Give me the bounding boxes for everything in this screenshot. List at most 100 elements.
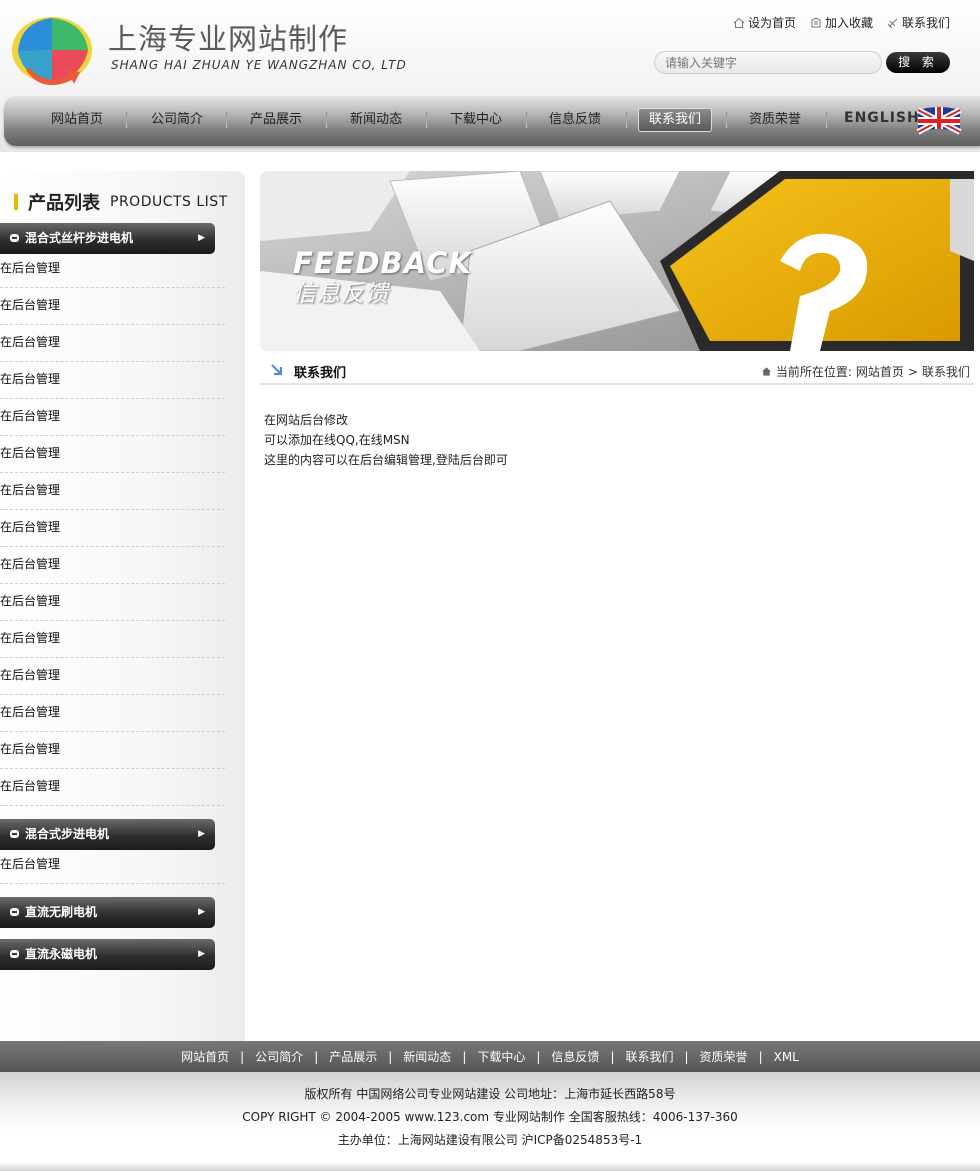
nav-divider (826, 112, 827, 128)
chevron-right-icon: ▶ (198, 233, 205, 243)
footer-separator: | (684, 1049, 689, 1064)
logo-icon (12, 17, 92, 86)
chevron-right-icon: ▶ (198, 829, 205, 839)
list-item[interactable]: 在后台管理 (0, 510, 225, 547)
footer-copyright: 版权所有 中国网络公司专业网站建设 公司地址：上海市延长西路58号 (304, 1087, 676, 1101)
list-item[interactable]: 在后台管理 (0, 584, 225, 621)
main-nav: 网站首页 公司简介 产品展示 新闻动态 下载中心 信息反馈 联系我们 资质荣誉 … (4, 96, 980, 146)
nav-feedback[interactable]: 信息反馈 (549, 108, 601, 132)
arrow-down-right-icon (271, 364, 283, 376)
add-favorite-label: 加入收藏 (824, 16, 873, 30)
category-button[interactable]: 混合式丝杆步进电机 ▶ (0, 223, 215, 254)
logo-title: 上海专业网站制作 (108, 22, 349, 56)
nav-divider (526, 112, 527, 128)
nav-honors[interactable]: 资质荣誉 (749, 108, 801, 132)
footer-separator: | (758, 1049, 763, 1064)
list-item[interactable]: 在后台管理 (0, 436, 225, 473)
list-item[interactable]: 在后台管理 (0, 473, 225, 510)
footer-separator: | (536, 1049, 541, 1064)
nav-divider (326, 112, 327, 128)
breadcrumb: 当前所在位置: 网站首页 > 联系我们 (761, 363, 970, 380)
footer-separator: | (462, 1049, 467, 1064)
category-label: 混合式丝杆步进电机 (25, 231, 134, 245)
banner-title-cn: 信息反馈 (293, 281, 389, 307)
collapse-icon (10, 830, 19, 838)
nav-divider (126, 112, 127, 128)
footer-link-download[interactable]: 下载中心 (477, 1048, 525, 1065)
category-button[interactable]: 混合式步进电机 ▶ (0, 819, 215, 850)
nav-news[interactable]: 新闻动态 (350, 108, 402, 132)
nav-divider (226, 112, 227, 128)
sidebar-title-cn: 产品列表 (28, 193, 100, 214)
home-icon (761, 367, 771, 376)
sidebar-title-en: PRODUCTS LIST (110, 194, 228, 210)
footer-separator: | (610, 1049, 615, 1064)
category-button[interactable]: 直流无刷电机 ▶ (0, 897, 215, 928)
search-input[interactable] (654, 51, 882, 74)
footer-link-honors[interactable]: 资质荣誉 (700, 1048, 748, 1065)
list-item[interactable]: 在后台管理 (0, 658, 225, 695)
breadcrumb-bar: 联系我们 当前所在位置: 网站首页 > 联系我们 (260, 358, 974, 385)
footer-link-products[interactable]: 产品展示 (329, 1048, 377, 1065)
list-item[interactable]: 在后台管理 (0, 399, 225, 436)
collapse-icon (10, 950, 19, 958)
chevron-right-icon: ▶ (198, 949, 205, 959)
footer-link-news[interactable]: 新闻动态 (403, 1048, 451, 1065)
logo-subtitle: SHANG HAI ZHUAN YE WANGZHAN CO, LTD (111, 58, 407, 72)
content-line: 在网站后台修改 (264, 413, 349, 427)
breadcrumb-home-link[interactable]: 网站首页 (856, 363, 904, 380)
nav-products[interactable]: 产品展示 (250, 108, 302, 132)
list-item[interactable]: 在后台管理 (0, 621, 225, 658)
footer: 版权所有 中国网络公司专业网站建设 公司地址：上海市延长西路58号 COPY R… (0, 1072, 980, 1171)
list-item[interactable]: 在后台管理 (0, 325, 225, 362)
category-button[interactable]: 直流永磁电机 ▶ (0, 939, 215, 970)
footer-nav: 网站首页 | 公司简介 | 产品展示 | 新闻动态 | 下载中心 | 信息反馈 … (0, 1041, 980, 1072)
title-accent-bar (14, 194, 18, 210)
search-button[interactable]: 搜 索 (886, 52, 950, 73)
category-label: 混合式步进电机 (25, 827, 110, 841)
footer-link-contact[interactable]: 联系我们 (625, 1048, 673, 1065)
list-item[interactable]: 在后台管理 (0, 251, 225, 288)
chevron-right-icon: ▶ (198, 907, 205, 917)
list-item[interactable]: 在后台管理 (0, 847, 225, 884)
footer-link-feedback[interactable]: 信息反馈 (551, 1048, 599, 1065)
content-line: 可以添加在线QQ,在线MSN (264, 433, 410, 447)
contact-icon (887, 18, 898, 28)
footer-copyright-en: COPY RIGHT © 2004-2005 www.123.com 专业网站制… (242, 1110, 738, 1124)
page-title: 联系我们 (294, 366, 347, 381)
collapse-icon (10, 908, 19, 916)
top-links: 设为首页 加入收藏 联系我们 (733, 14, 950, 31)
breadcrumb-separator: > (907, 364, 918, 379)
set-homepage-label: 设为首页 (747, 16, 796, 30)
list-item[interactable]: 在后台管理 (0, 695, 225, 732)
breadcrumb-current[interactable]: 联系我们 (922, 363, 970, 380)
footer-link-about[interactable]: 公司简介 (255, 1048, 303, 1065)
nav-home[interactable]: 网站首页 (51, 108, 103, 132)
content-line: 这里的内容可以在后台编辑管理,登陆后台即可 (264, 453, 508, 467)
footer-icp: 主办单位：上海网站建设有限公司 沪ICP备0254853号-1 (337, 1133, 643, 1147)
list-item[interactable]: 在后台管理 (0, 547, 225, 584)
nav-download[interactable]: 下载中心 (450, 108, 502, 132)
set-homepage-link[interactable]: 设为首页 (733, 14, 796, 31)
sidebar-title: 产品列表 PRODUCTS LIST (14, 189, 228, 215)
nav-about[interactable]: 公司简介 (151, 108, 203, 132)
category-label: 直流永磁电机 (25, 947, 98, 961)
breadcrumb-prefix: 当前所在位置: (775, 365, 852, 379)
add-favorite-link[interactable]: 加入收藏 (810, 14, 873, 31)
list-item[interactable]: 在后台管理 (0, 732, 225, 769)
list-item[interactable]: 在后台管理 (0, 362, 225, 399)
uk-flag-icon[interactable] (914, 104, 964, 136)
nav-contact[interactable]: 联系我们 (638, 108, 713, 132)
contact-us-link[interactable]: 联系我们 (887, 14, 950, 31)
footer-separator: | (240, 1049, 245, 1064)
nav-english[interactable]: ENGLISH (844, 110, 920, 126)
nav-divider (726, 112, 727, 128)
footer-link-xml[interactable]: XML (774, 1050, 799, 1064)
list-item[interactable]: 在后台管理 (0, 288, 225, 325)
nav-divider (426, 112, 427, 128)
footer-link-home[interactable]: 网站首页 (181, 1048, 229, 1065)
contact-us-label: 联系我们 (901, 16, 950, 30)
footer-separator: | (314, 1049, 319, 1064)
list-item[interactable]: 在后台管理 (0, 769, 225, 806)
sidebar: 产品列表 PRODUCTS LIST 混合式丝杆步进电机 ▶ 在后台管理 在后台… (0, 171, 245, 1041)
